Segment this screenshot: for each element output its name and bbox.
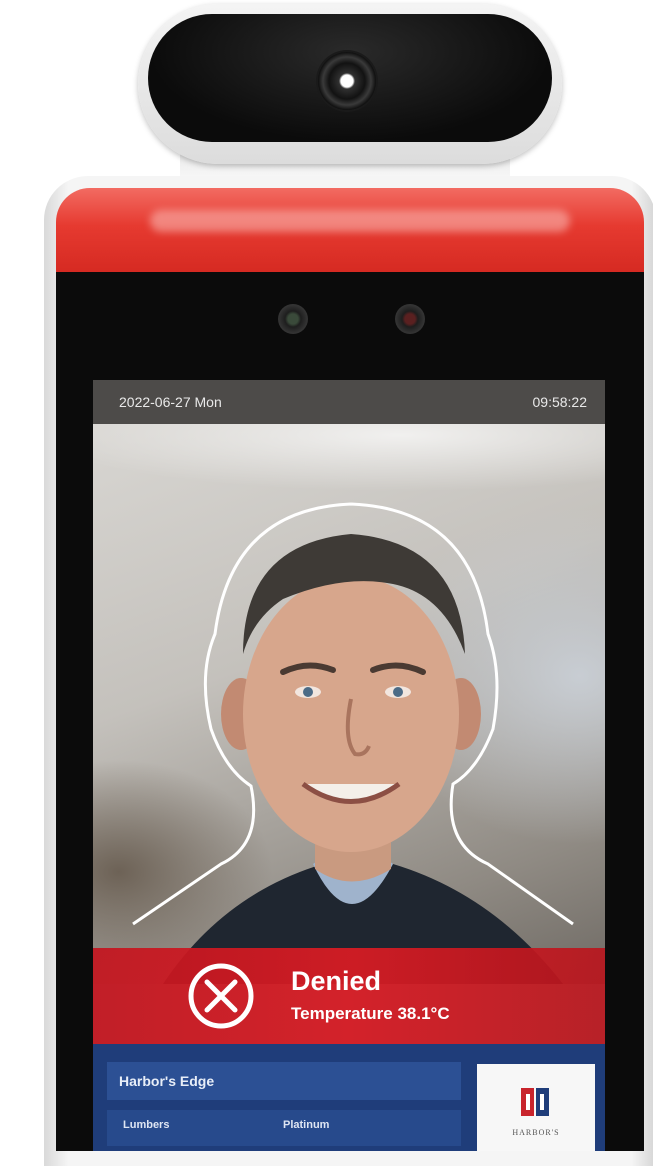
date-label: 2022-06-27 Mon	[119, 394, 222, 410]
denied-x-icon	[188, 963, 254, 1029]
info-field-right: Platinum	[283, 1119, 330, 1131]
brand-logo: HARBOR'S	[477, 1064, 595, 1151]
time-label: 09:58:22	[532, 394, 588, 410]
logo-mark-icon	[521, 1088, 549, 1116]
camera-feed	[93, 424, 605, 984]
status-bar: 2022-06-27 Mon 09:58:22	[93, 380, 605, 424]
result-status: Denied	[291, 966, 382, 996]
info-name-row: Harbor's Edge	[107, 1062, 461, 1100]
status-light-glow	[150, 210, 570, 232]
result-banner: Denied Temperature 38.1°C	[93, 948, 605, 1044]
info-field-row: Lumbers Platinum	[107, 1110, 461, 1146]
person-face-image	[132, 502, 574, 984]
camera-lens-icon	[318, 52, 376, 110]
info-panel: Harbor's Edge Lumbers Platinum HARBOR'S	[93, 1044, 605, 1151]
temperature-reading: Temperature 38.1°C	[291, 1004, 450, 1023]
location-name: Harbor's Edge	[119, 1073, 215, 1089]
rgb-sensor-icon	[395, 304, 425, 334]
logo-text: HARBOR'S	[512, 1128, 560, 1137]
ir-sensor-icon	[278, 304, 308, 334]
display-screen: 2022-06-27 Mon 09:58:22 Denied Temperatu…	[93, 380, 605, 1151]
info-field-left: Lumbers	[123, 1119, 170, 1131]
